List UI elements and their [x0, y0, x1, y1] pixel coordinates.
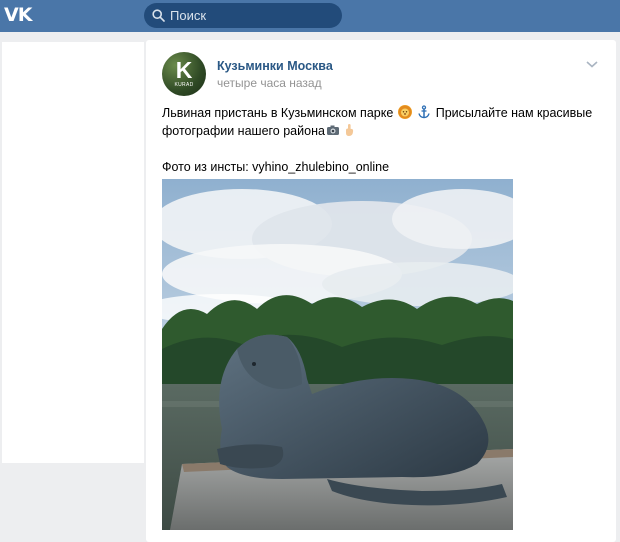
post-photo-source: Фото из инсты: vyhino_zhulebino_online — [162, 160, 390, 174]
post-text-line1b: Присылайте нам красивые — [435, 106, 593, 120]
avatar[interactable]: K KURAD — [162, 52, 206, 96]
pointing-hand-emoji — [342, 123, 356, 137]
post-photo[interactable] — [162, 179, 513, 530]
lion-emoji — [397, 105, 412, 119]
search-box[interactable] — [144, 3, 342, 28]
camera-emoji — [326, 123, 340, 137]
post-text-line2: фотографии нашего района — [162, 124, 325, 138]
post-author-link[interactable]: Кузьминки Москва — [217, 59, 333, 73]
post-text-line1: Львиная пристань в Кузьминском парке — [162, 106, 394, 120]
chevron-down-icon[interactable] — [584, 58, 600, 70]
avatar-letter: K — [175, 57, 193, 83]
top-navigation-bar: VK — [0, 0, 620, 32]
avatar-subtext: KURAD — [174, 82, 194, 88]
search-input[interactable] — [170, 5, 335, 26]
left-side-panel — [2, 42, 144, 463]
search-icon — [152, 9, 165, 22]
anchor-emoji — [417, 105, 431, 119]
vk-logo[interactable]: VK — [4, 5, 32, 25]
wall-post: K KURAD Кузьминки Москва четыре часа наз… — [146, 40, 616, 542]
post-time[interactable]: четыре часа назад — [217, 76, 322, 90]
